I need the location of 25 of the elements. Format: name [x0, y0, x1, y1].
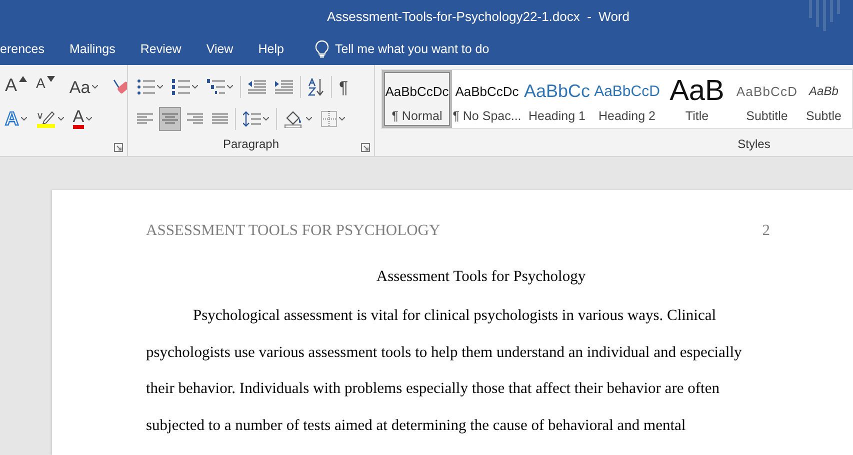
style-gallery-item[interactable]: AaBbCcDc ¶ Normal — [382, 70, 452, 128]
document-title: Assessment Tools for Psychology — [375, 268, 587, 286]
change-case-button[interactable]: Aa — [66, 75, 102, 99]
style-gallery-item[interactable]: AaB Title — [662, 70, 732, 128]
style-gallery-item[interactable]: AaBbCcD Subtitle — [732, 70, 802, 128]
page-number: 2 — [762, 222, 770, 240]
style-gallery-item[interactable]: AaBbCc Heading 1 — [522, 70, 592, 128]
ribbon-tab[interactable]: Review — [140, 38, 182, 60]
ribbon-tab[interactable]: View — [206, 38, 234, 60]
running-header: ASSESSMENT TOOLS FOR PSYCHOLOGY — [146, 222, 440, 240]
grow-font-button[interactable]: A — [2, 75, 30, 99]
tell-me-search-field[interactable]: Tell me what you want to do — [334, 42, 490, 56]
style-gallery-item[interactable]: AaBbCcD Heading 2 — [592, 70, 662, 128]
style-gallery-item[interactable]: AaBb Subtle — [802, 70, 846, 128]
ribbon-tab[interactable]: Help — [258, 38, 284, 60]
ribbon-tab[interactable]: Mailings — [69, 38, 116, 60]
shrink-font-button[interactable]: A — [33, 75, 58, 99]
body-paragraph: Psychological assessment is vital for clinical psychologists in various ways. Clinical psychologists use various assessment tools to help them understand an individual and especially their behavior. Individuals with problems especially those that affect their behavior are often subjected to a number of tests aimed at determining the cause of behavioral and mental — [146, 306, 743, 436]
window-title: Assessment-Tools-for-Psychology22-1.docx - Word — [327, 9, 630, 24]
show-marks-button[interactable]: ¶ — [336, 75, 352, 99]
style-gallery-item[interactable]: AaBbCcDc ¶ No Spac... — [452, 70, 522, 128]
group-label: Paragraph — [222, 137, 280, 151]
ribbon-tab[interactable]: erences — [0, 38, 44, 60]
font-color-button[interactable]: A — [70, 107, 96, 131]
group-label: Styles — [738, 137, 770, 151]
